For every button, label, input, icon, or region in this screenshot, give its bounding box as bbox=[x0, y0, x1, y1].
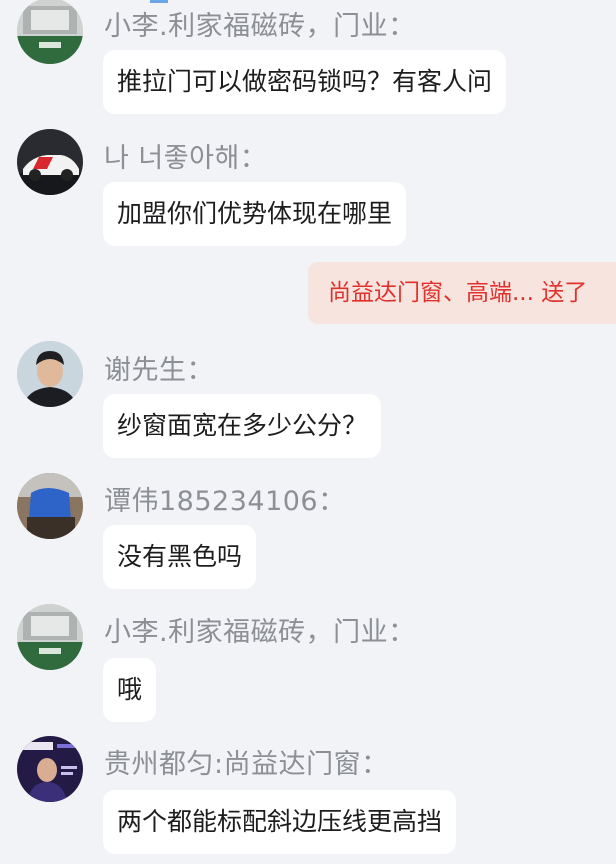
sender-name: 小李.利家福磁砖，门业： bbox=[104, 617, 416, 648]
blue-jacket-avatar-icon[interactable] bbox=[17, 473, 83, 539]
sender-name: 小李.利家福磁砖，门业： bbox=[104, 11, 416, 42]
top-accent-strip bbox=[150, 0, 168, 3]
message-bubble[interactable]: 没有黑色吗 bbox=[103, 525, 257, 589]
sender-name: 谢先生： bbox=[104, 355, 214, 386]
store-logo-avatar-icon[interactable] bbox=[17, 0, 83, 64]
message-bubble[interactable]: 推拉门可以做密码锁吗？有客人问 bbox=[103, 50, 507, 114]
message-bubble[interactable]: 加盟你们优势体现在哪里 bbox=[103, 182, 407, 246]
poster-avatar-icon[interactable] bbox=[17, 736, 83, 802]
man-photo-avatar-icon[interactable] bbox=[17, 341, 83, 407]
message-bubble[interactable]: 哦 bbox=[103, 658, 157, 722]
message-bubble[interactable]: 两个都能标配斜边压线更高挡 bbox=[103, 790, 457, 854]
sender-name: 나 너좋아해： bbox=[104, 143, 268, 174]
store-logo-avatar-icon[interactable] bbox=[17, 604, 83, 670]
announcement-banner[interactable]: 尚益达门窗、高端... 送了 bbox=[308, 262, 616, 324]
sender-name: 谭伟185234106： bbox=[104, 486, 346, 517]
sender-name: 贵州都匀:尚益达门窗： bbox=[104, 749, 389, 780]
car-avatar-icon[interactable] bbox=[17, 129, 83, 195]
message-bubble[interactable]: 纱窗面宽在多少公分？ bbox=[103, 394, 382, 458]
